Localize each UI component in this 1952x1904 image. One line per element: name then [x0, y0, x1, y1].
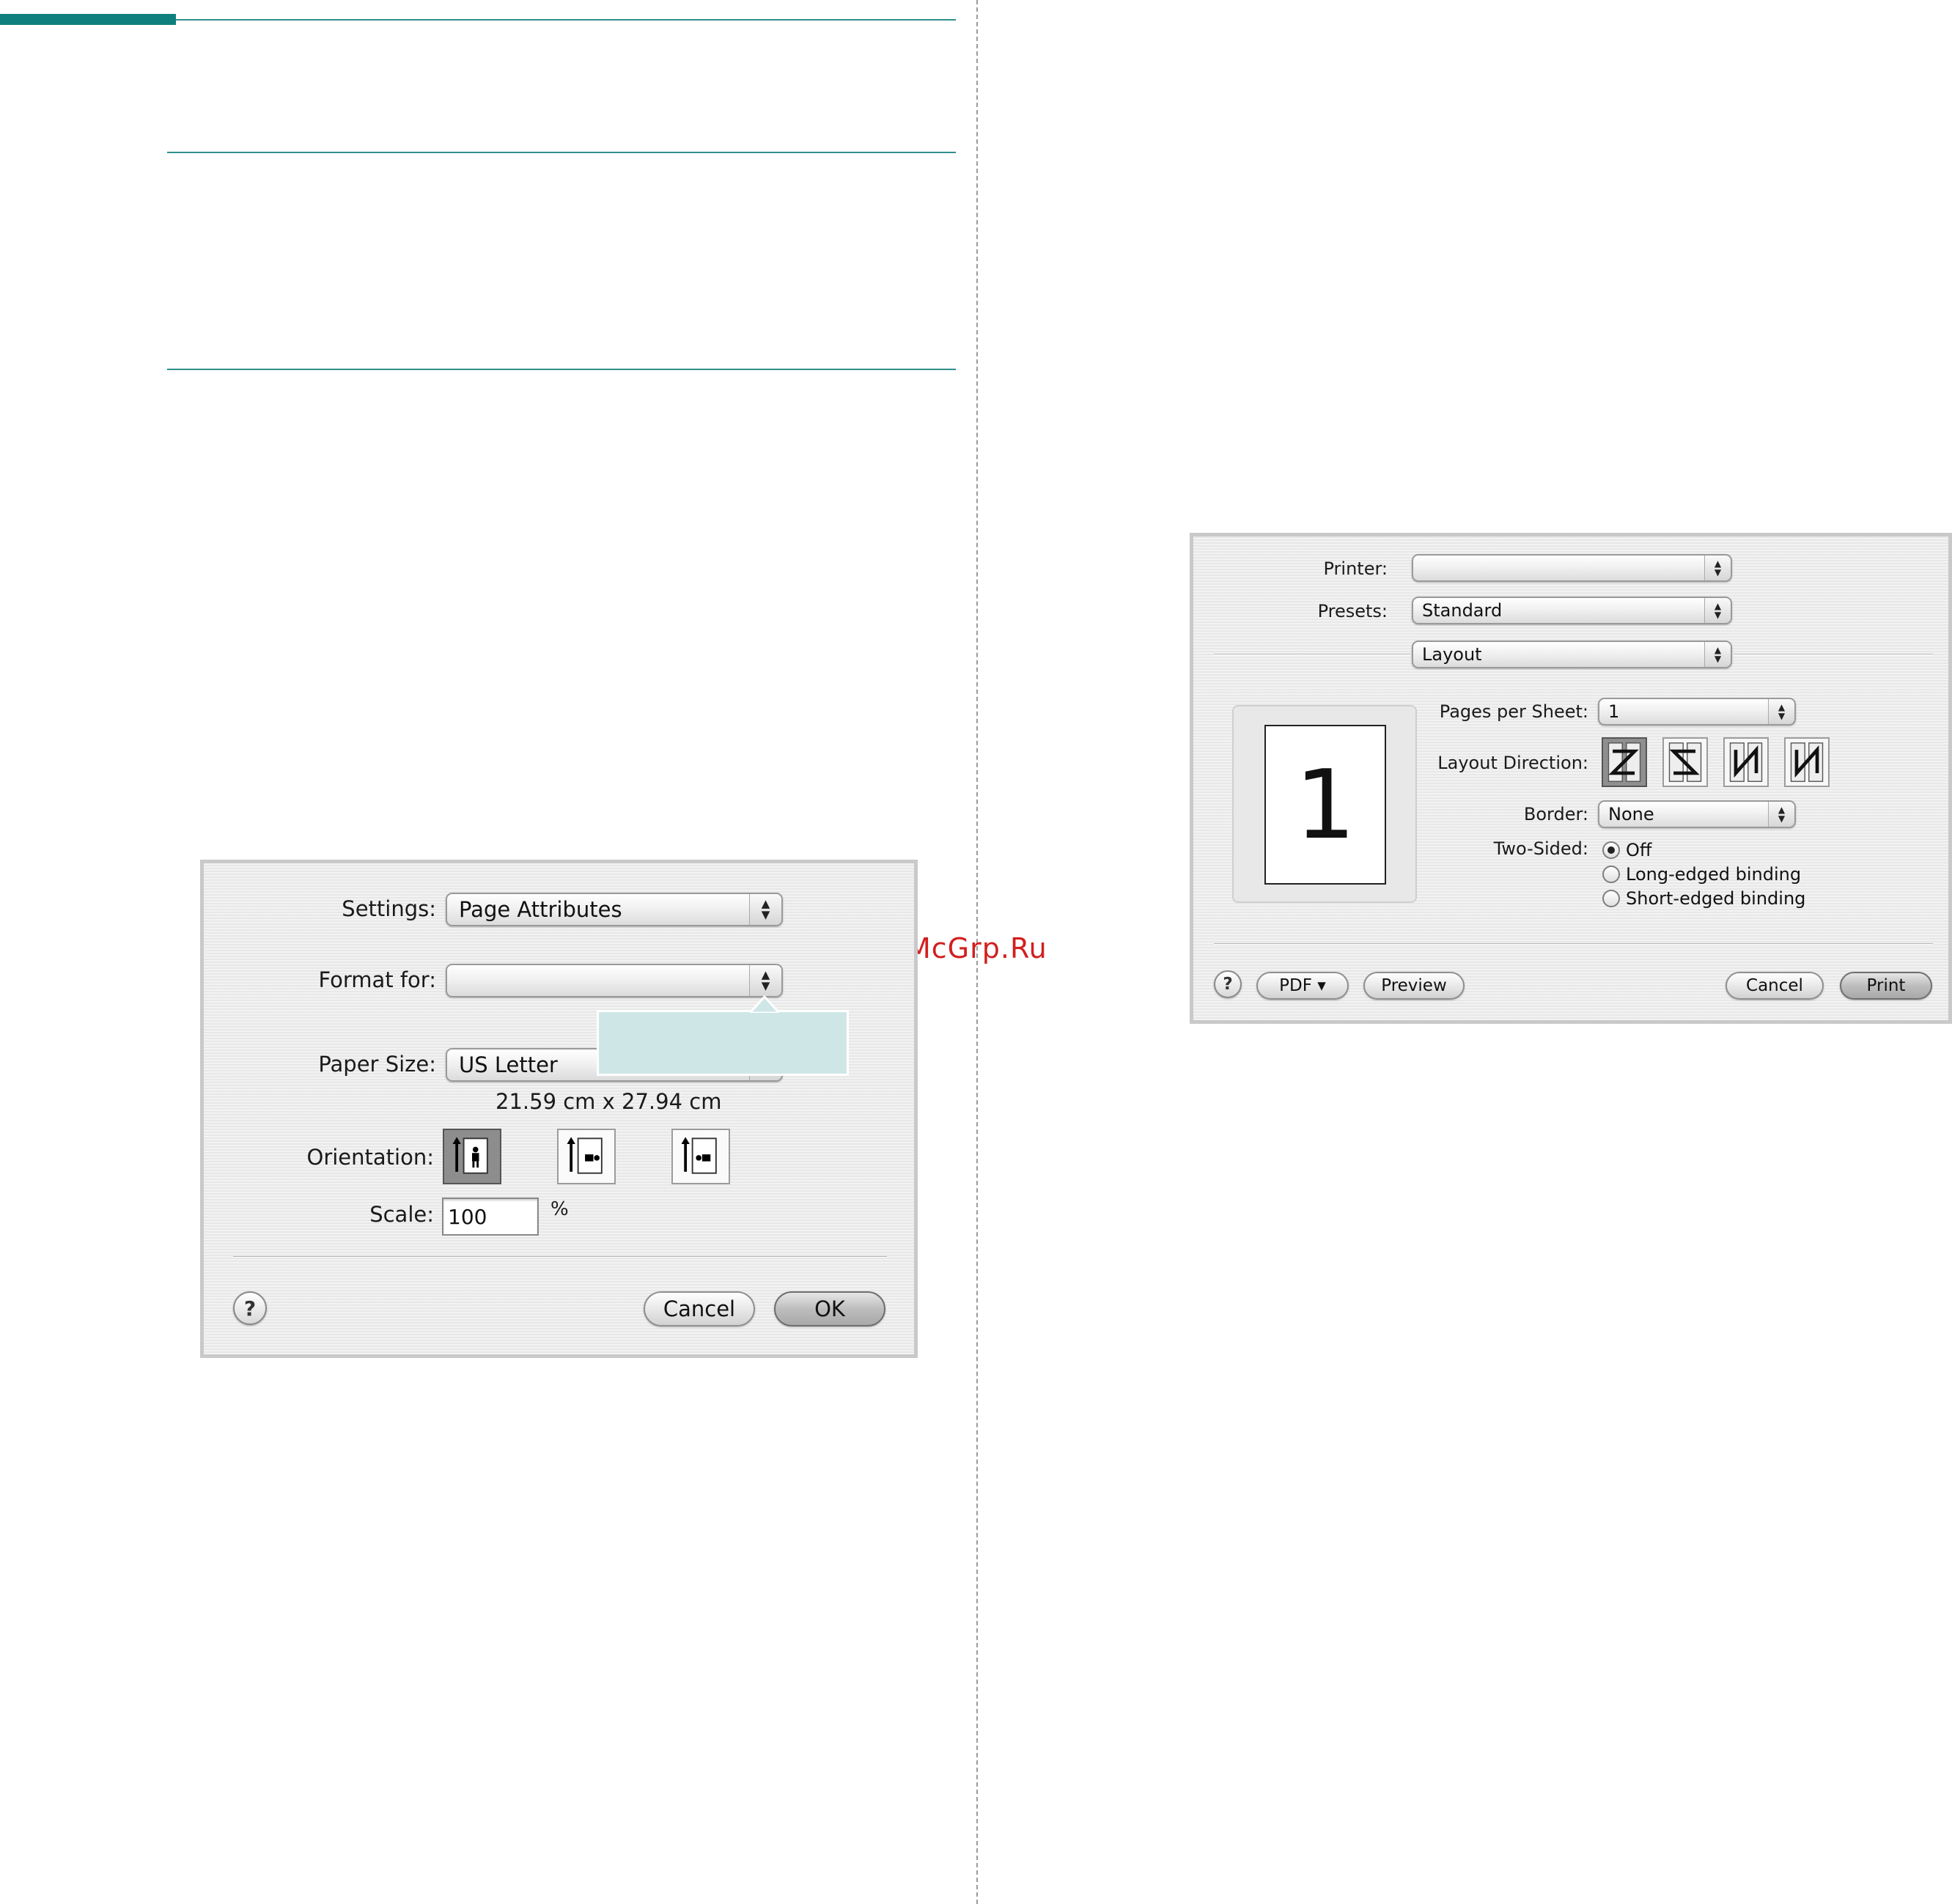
print-dialog: Printer: ▲ ▼ Presets: Standard ▲ ▼ Layout … [1190, 533, 1952, 1024]
settings-popup[interactable]: Page Attributes ▲ ▼ [446, 893, 783, 926]
reverse-n-direction-icon [1790, 742, 1824, 782]
scale-input[interactable] [443, 1199, 537, 1234]
two-sided-option-long-edge[interactable]: Long-edged binding [1602, 864, 1801, 885]
format-for-label: Format for: [318, 967, 436, 992]
two-sided-option-label: Short-edged binding [1626, 888, 1806, 909]
popup-arrows-icon: ▲▼ [749, 894, 781, 925]
printer-label: Printer: [1323, 558, 1388, 579]
printer-popup[interactable]: ▲ ▼ [1412, 554, 1732, 582]
border-popup[interactable]: None ▲ ▼ [1598, 800, 1796, 828]
two-sided-option-label: Off [1626, 840, 1652, 860]
panel-rule-right [1734, 654, 1933, 655]
dialog-separator [1214, 943, 1933, 945]
ok-button[interactable]: OK [774, 1291, 885, 1326]
scale-unit: % [550, 1198, 569, 1220]
two-sided-option-label: Long-edged binding [1626, 864, 1802, 885]
format-for-popup[interactable]: ▲ ▼ [446, 964, 783, 997]
layout-direction-label: Layout Direction: [1437, 753, 1588, 773]
paper-size-label: Paper Size: [318, 1052, 436, 1077]
popup-arrows-icon: ▲▼ [1768, 699, 1794, 724]
cancel-button[interactable]: Cancel [1726, 972, 1824, 1000]
z-direction-icon [1607, 742, 1641, 782]
popup-arrows-icon: ▲▼ [1768, 802, 1794, 827]
panel-rule-left [1214, 654, 1410, 655]
section-accent-bar [0, 14, 176, 25]
callout-pointer-icon [750, 995, 779, 1013]
presets-popup[interactable]: Standard ▲ ▼ [1412, 597, 1732, 624]
pdf-menu-button[interactable]: PDF ▾ [1256, 972, 1349, 1000]
scale-label: Scale: [369, 1202, 434, 1227]
watermark: McGrp.Ru [907, 932, 1047, 964]
popup-arrows-icon: ▲▼ [1704, 642, 1731, 667]
scale-field[interactable] [442, 1198, 539, 1236]
help-button[interactable]: ? [1214, 970, 1242, 998]
popup-arrows-icon: ▲▼ [1704, 598, 1731, 623]
pages-per-sheet-popup[interactable]: 1 ▲ ▼ [1598, 698, 1796, 726]
pages-per-sheet-value: 1 [1608, 701, 1620, 722]
orientation-landscape-left-button[interactable] [557, 1129, 616, 1184]
presets-value: Standard [1422, 600, 1503, 621]
panel-value: Layout [1422, 644, 1482, 665]
section-rule-top [167, 152, 956, 153]
preview-button[interactable]: Preview [1363, 972, 1465, 1000]
cancel-button[interactable]: Cancel [644, 1291, 755, 1326]
reverse-z-direction-icon [1668, 742, 1702, 782]
help-button[interactable]: ? [233, 1291, 267, 1325]
panel-popup[interactable]: Layout ▲ ▼ [1412, 641, 1732, 668]
layout-direction-n-button[interactable] [1723, 737, 1769, 787]
two-sided-label: Two-Sided: [1493, 838, 1588, 859]
landscape-right-orientation-icon [681, 1137, 717, 1174]
landscape-left-orientation-icon [567, 1137, 603, 1174]
section-rule-bottom [167, 369, 956, 370]
layout-preview: 1 [1232, 705, 1417, 903]
preview-page: 1 [1264, 725, 1386, 885]
radio-unselected-icon [1602, 890, 1620, 907]
orientation-landscape-right-button[interactable] [671, 1129, 730, 1184]
n-direction-icon [1729, 742, 1763, 782]
radio-selected-icon [1602, 841, 1620, 859]
layout-direction-z-button[interactable] [1602, 737, 1647, 787]
header-rule [176, 19, 956, 21]
pages-per-sheet-label: Pages per Sheet: [1439, 701, 1588, 722]
page-setup-dialog: Settings: Page Attributes ▲ ▼ Format for:… [200, 860, 918, 1358]
layout-direction-reverse-n-button[interactable] [1784, 737, 1830, 787]
presets-label: Presets: [1317, 601, 1388, 621]
orientation-label: Orientation: [306, 1145, 435, 1170]
paper-size-value: US Letter [459, 1052, 558, 1077]
two-sided-option-short-edge[interactable]: Short-edged binding [1602, 888, 1805, 909]
popup-arrows-icon: ▲▼ [749, 965, 781, 996]
orientation-portrait-button[interactable] [443, 1129, 501, 1184]
layout-direction-reverse-z-button[interactable] [1662, 737, 1708, 787]
dialog-separator [233, 1256, 887, 1258]
border-value: None [1608, 804, 1654, 824]
settings-value: Page Attributes [459, 897, 622, 922]
portrait-orientation-icon [452, 1137, 488, 1174]
print-button[interactable]: Print [1840, 972, 1932, 1000]
callout-box [597, 1010, 849, 1076]
radio-unselected-icon [1602, 866, 1620, 883]
border-label: Border: [1523, 804, 1588, 824]
settings-label: Settings: [342, 896, 436, 921]
two-sided-option-off[interactable]: Off [1602, 840, 1651, 860]
paper-dimensions: 21.59 cm x 27.94 cm [496, 1089, 722, 1114]
popup-arrows-icon: ▲▼ [1704, 556, 1731, 580]
